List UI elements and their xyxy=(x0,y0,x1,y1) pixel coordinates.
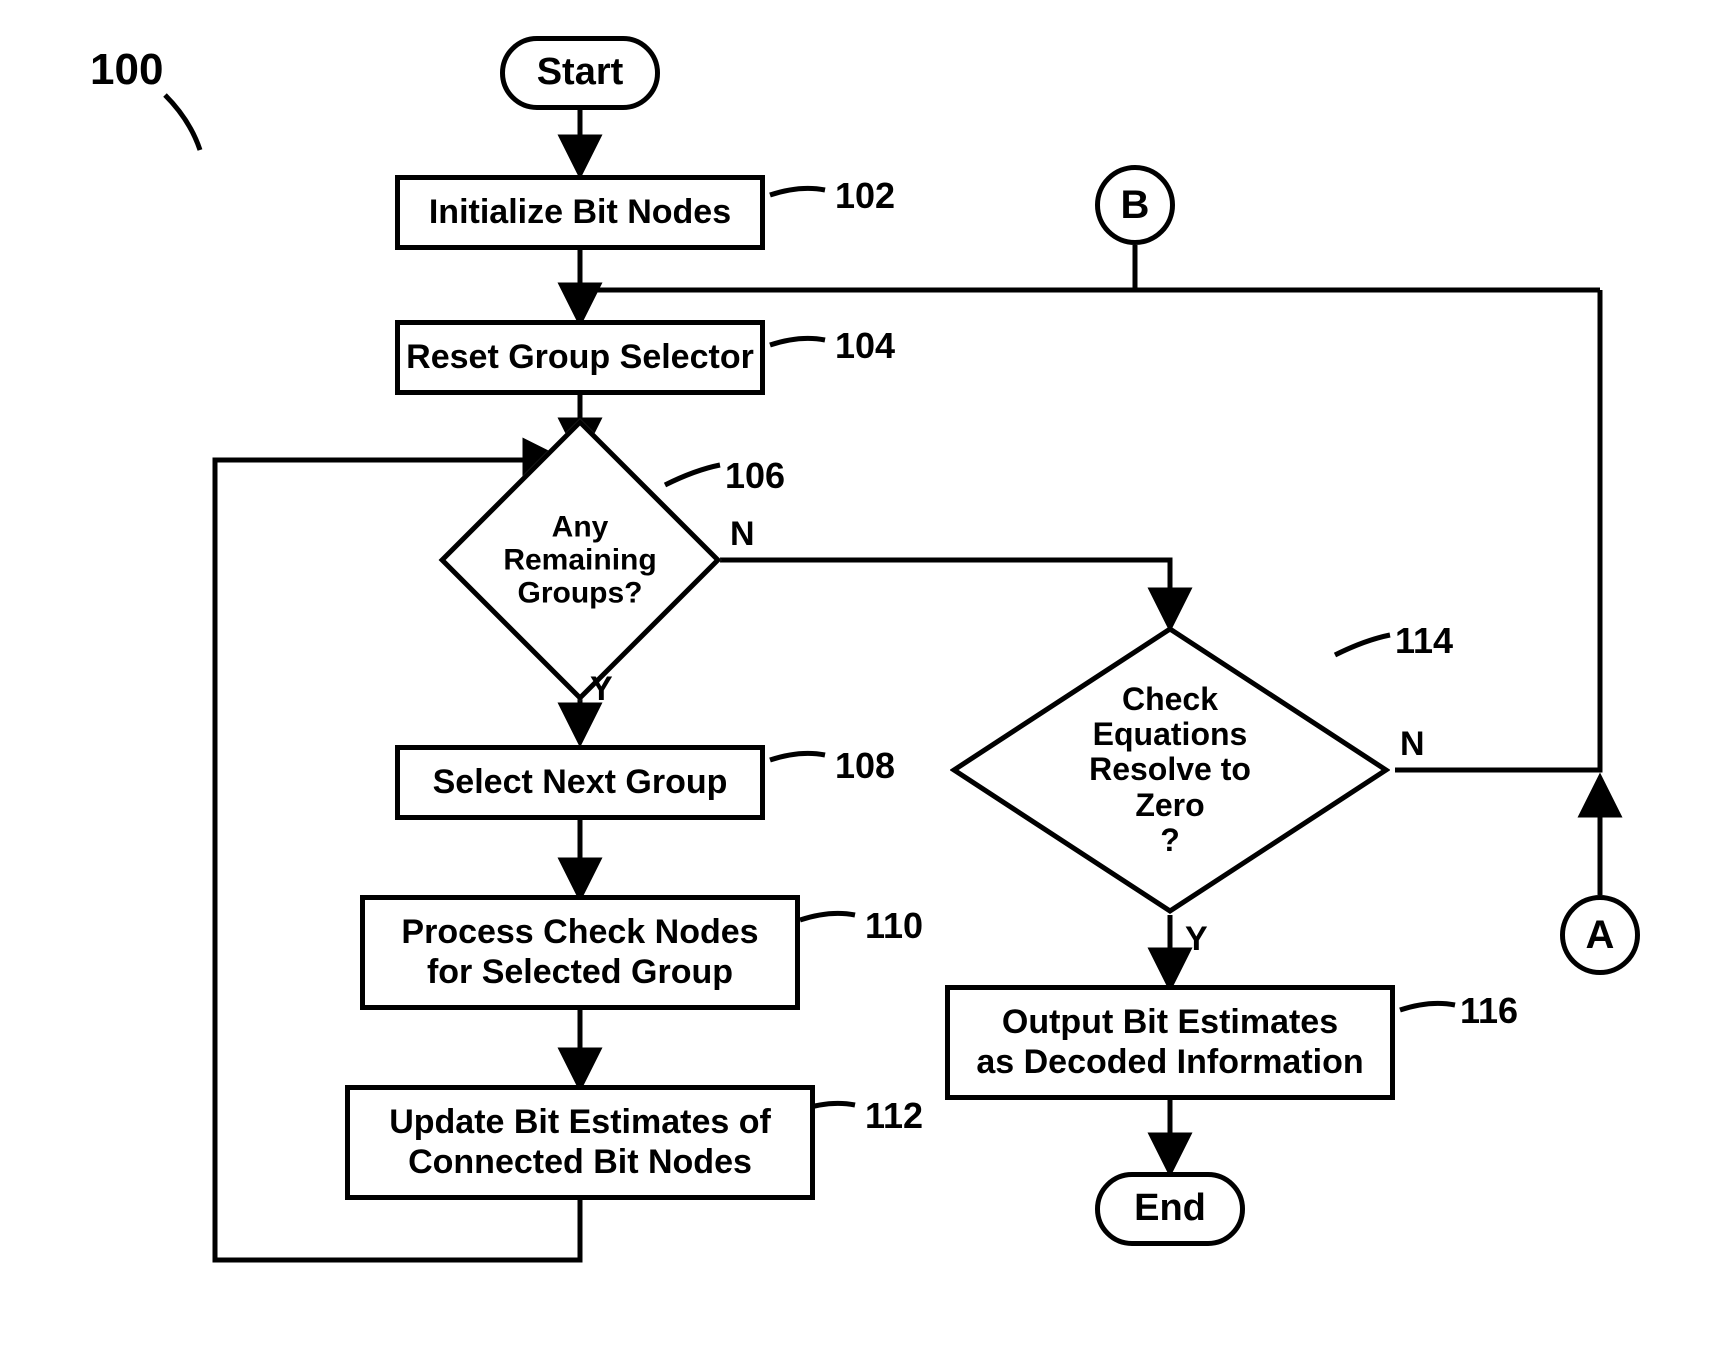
decision-106-no-label: N xyxy=(730,515,755,554)
decision-check-equations-resolve: Check Equations Resolve to Zero ? xyxy=(950,625,1390,915)
terminal-start: Start xyxy=(500,36,660,110)
decision-114-yes-label: Y xyxy=(1185,920,1208,959)
decision-114-text: Check Equations Resolve to Zero ? xyxy=(1060,682,1280,858)
decision-any-remaining-groups: Any Remaining Groups? xyxy=(480,460,680,660)
process-process-check-nodes: Process Check Nodes for Selected Group xyxy=(360,895,800,1010)
terminal-end: End xyxy=(1095,1172,1245,1246)
process-output-bit-estimates: Output Bit Estimates as Decoded Informat… xyxy=(945,985,1395,1100)
ref-104: 104 xyxy=(835,325,895,367)
ref-102: 102 xyxy=(835,175,895,217)
ref-116: 116 xyxy=(1460,990,1518,1032)
ref-114: 114 xyxy=(1395,620,1453,662)
process-select-next-group: Select Next Group xyxy=(395,745,765,820)
ref-110: 110 xyxy=(865,905,923,947)
connector-b: B xyxy=(1095,165,1175,245)
decision-106-text: Any Remaining Groups? xyxy=(503,511,656,610)
process-initialize-bit-nodes: Initialize Bit Nodes xyxy=(395,175,765,250)
figure-number: 100 xyxy=(90,45,163,95)
decision-114-no-label: N xyxy=(1400,725,1425,764)
decision-106-yes-label: Y xyxy=(590,670,613,709)
ref-112: 112 xyxy=(865,1095,923,1137)
ref-106: 106 xyxy=(725,455,785,497)
process-update-bit-estimates: Update Bit Estimates of Connected Bit No… xyxy=(345,1085,815,1200)
connector-a: A xyxy=(1560,895,1640,975)
ref-108: 108 xyxy=(835,745,895,787)
process-reset-group-selector: Reset Group Selector xyxy=(395,320,765,395)
